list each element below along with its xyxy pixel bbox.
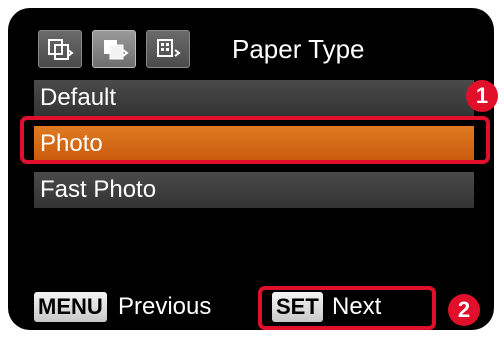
page-title: Paper Type [232,34,365,64]
selection-highlight-callout [20,116,490,164]
camera-lcd-screen: Paper Type Default Photo Fast Photo MENU… [8,8,494,330]
menu-item-label: Fast Photo [40,176,157,203]
callout-badge-1: 1 [466,80,498,112]
menu-item-label: Default [40,84,117,111]
menu-item-fast-photo[interactable]: Fast Photo [34,172,474,208]
tab-paper[interactable] [92,30,136,68]
paper-icon [104,40,129,60]
tab-print-settings[interactable] [146,30,190,68]
menu-key[interactable]: MENU [34,292,107,322]
tab-page-layout[interactable] [38,30,82,68]
previous-label: Previous [118,293,212,320]
print-settings-icon [157,39,181,57]
menu-item-default[interactable]: Default [34,80,474,116]
callout-badge-2: 2 [448,294,480,326]
page-layout-icon [48,39,74,60]
set-next-highlight-callout [258,286,436,330]
